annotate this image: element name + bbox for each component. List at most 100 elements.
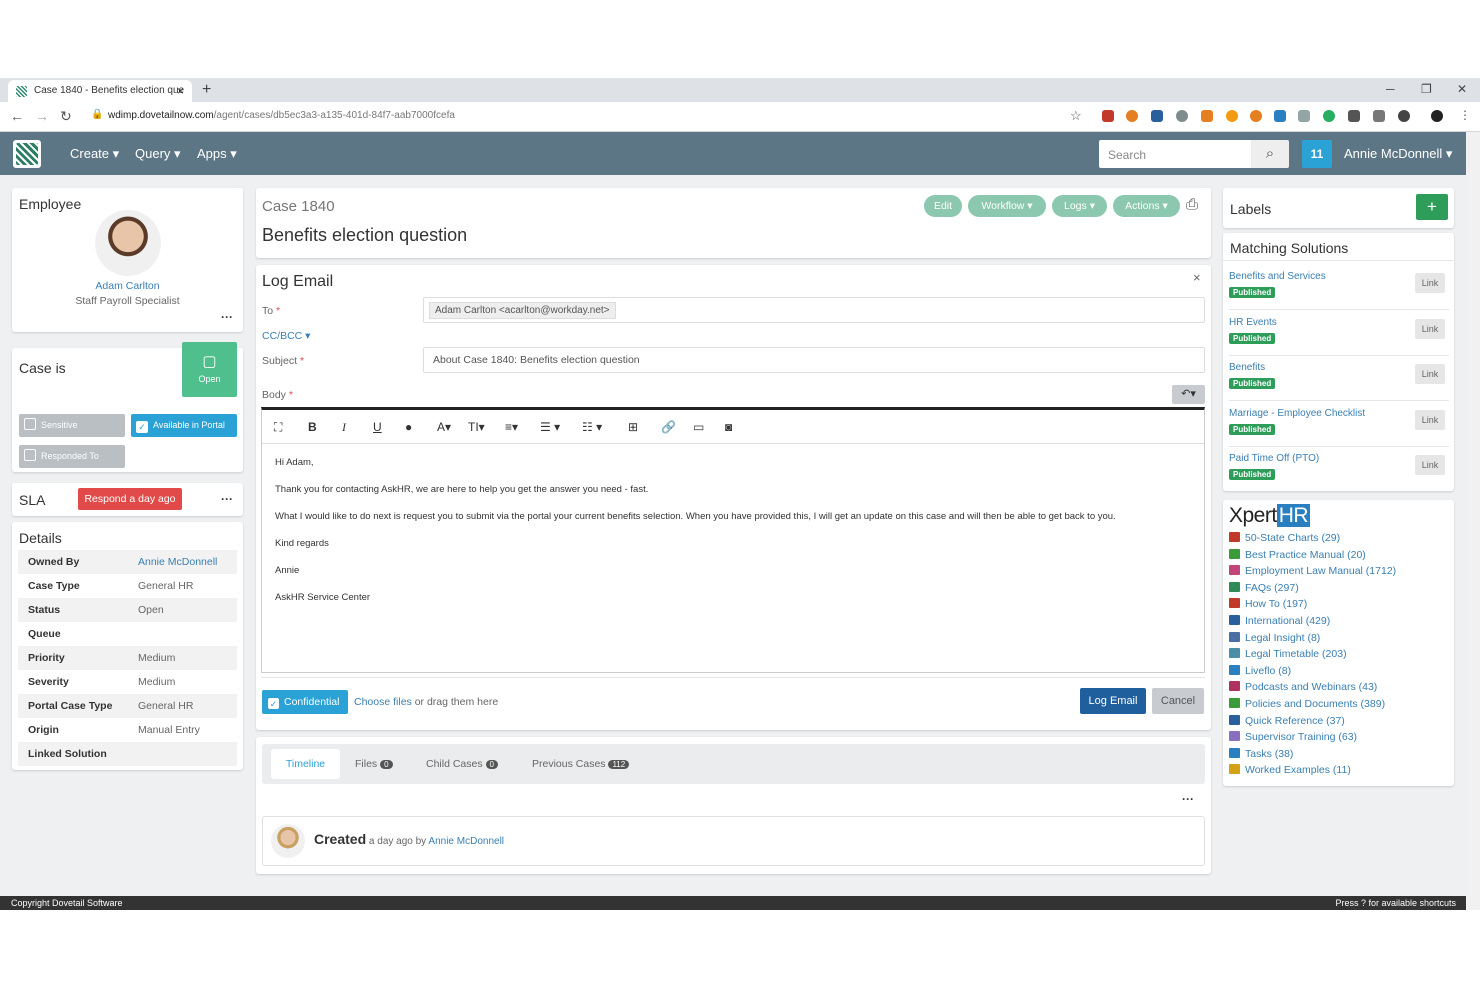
tab-child-cases[interactable]: Child Cases 0 bbox=[426, 758, 498, 770]
add-label-icon[interactable]: + bbox=[1416, 194, 1448, 220]
extension-icon[interactable] bbox=[1274, 110, 1286, 122]
xperthr-item[interactable]: Legal Insight (8) bbox=[1229, 631, 1320, 644]
responded-to-toggle[interactable]: Responded To bbox=[19, 445, 125, 468]
extension-icon[interactable] bbox=[1348, 110, 1360, 122]
align-icon[interactable]: ≡▾ bbox=[505, 420, 518, 434]
close-tab-icon[interactable]: × bbox=[177, 80, 184, 102]
author-link[interactable]: Annie McDonnell bbox=[428, 836, 504, 847]
camera-icon[interactable]: ◙ bbox=[725, 420, 732, 434]
subject-input[interactable]: About Case 1840: Benefits election quest… bbox=[423, 347, 1205, 373]
recipient-token[interactable]: Adam Carlton <acarlton@workday.net> bbox=[429, 302, 616, 319]
close-window-icon[interactable]: ✕ bbox=[1457, 78, 1467, 100]
text-color-icon[interactable]: ● bbox=[405, 420, 412, 434]
cancel-button[interactable]: Cancel bbox=[1152, 688, 1204, 714]
bold-icon[interactable]: B bbox=[308, 420, 317, 434]
xperthr-item[interactable]: Quick Reference (37) bbox=[1229, 714, 1345, 727]
log-email-button[interactable]: Log Email bbox=[1080, 688, 1146, 714]
xperthr-item[interactable]: Policies and Documents (389) bbox=[1229, 698, 1385, 710]
extension-icon[interactable] bbox=[1226, 110, 1238, 122]
extension-icon[interactable] bbox=[1398, 110, 1410, 122]
query-menu[interactable]: Query ▾ bbox=[135, 146, 181, 162]
xperthr-item[interactable]: FAQs (297) bbox=[1229, 581, 1299, 594]
xperthr-item[interactable]: Worked Examples (11) bbox=[1229, 764, 1351, 776]
table-icon[interactable]: ⊞ bbox=[628, 420, 638, 434]
extension-icon[interactable] bbox=[1373, 110, 1385, 122]
restore-icon[interactable]: ❐ bbox=[1421, 78, 1432, 100]
print-icon[interactable]: ⎙ bbox=[1186, 196, 1198, 213]
actions-button[interactable]: Actions ▾ bbox=[1113, 195, 1180, 217]
tab-files[interactable]: Files 0 bbox=[355, 758, 393, 770]
browser-tab[interactable]: Case 1840 - Benefits election que × bbox=[8, 80, 192, 102]
underline-icon[interactable]: U bbox=[373, 420, 382, 434]
logs-button[interactable]: Logs ▾ bbox=[1052, 195, 1107, 217]
workflow-button[interactable]: Workflow ▾ bbox=[968, 195, 1046, 217]
reply-icon[interactable]: ↶▾ bbox=[1172, 385, 1205, 404]
extension-icon[interactable] bbox=[1176, 110, 1188, 122]
open-state-tile[interactable]: ▢ Open bbox=[182, 342, 237, 397]
unordered-list-icon[interactable]: ☷ ▾ bbox=[582, 420, 602, 434]
body-text[interactable]: Hi Adam, Thank you for contacting AskHR,… bbox=[275, 457, 1195, 619]
xperthr-item[interactable]: Podcasts and Webinars (43) bbox=[1229, 681, 1377, 693]
notification-count-badge[interactable]: 11 bbox=[1302, 140, 1332, 168]
search-input[interactable]: Search bbox=[1099, 140, 1251, 168]
sensitive-toggle[interactable]: Sensitive bbox=[19, 414, 125, 437]
choose-files-link[interactable]: Choose files bbox=[354, 696, 412, 708]
extension-icon[interactable] bbox=[1298, 110, 1310, 122]
xperthr-item[interactable]: Supervisor Training (63) bbox=[1229, 731, 1357, 743]
file-dropzone[interactable]: Choose files or drag them here bbox=[354, 696, 498, 708]
search-icon[interactable]: ⌕ bbox=[1251, 140, 1289, 168]
xperthr-item[interactable]: Liveflo (8) bbox=[1229, 664, 1291, 677]
more-options-icon[interactable]: ··· bbox=[221, 492, 233, 506]
xperthr-item[interactable]: Tasks (38) bbox=[1229, 747, 1293, 760]
xperthr-item[interactable]: Legal Timetable (203) bbox=[1229, 648, 1347, 660]
font-size-icon[interactable]: TI▾ bbox=[468, 420, 485, 434]
image-icon[interactable]: ▭ bbox=[693, 420, 704, 434]
detail-value[interactable]: Annie McDonnell bbox=[128, 550, 237, 574]
xperthr-item[interactable]: How To (197) bbox=[1229, 598, 1307, 610]
extension-icon[interactable] bbox=[1250, 110, 1262, 122]
link-icon[interactable]: 🔗 bbox=[661, 420, 676, 434]
xperthr-item[interactable]: International (429) bbox=[1229, 615, 1330, 627]
url-field[interactable]: wdimp.dovetailnow.com/agent/cases/db5ec3… bbox=[108, 108, 455, 124]
edit-button[interactable]: Edit bbox=[924, 195, 962, 217]
new-tab-icon[interactable]: + bbox=[202, 78, 211, 102]
extension-icon[interactable] bbox=[1201, 110, 1213, 122]
link-solution-button[interactable]: Link bbox=[1415, 455, 1445, 475]
profile-avatar-icon[interactable] bbox=[1431, 110, 1443, 122]
bookmark-star-icon[interactable]: ☆ bbox=[1070, 108, 1082, 124]
extension-icon[interactable] bbox=[1102, 110, 1114, 122]
browser-menu-icon[interactable]: ⋮ bbox=[1459, 108, 1471, 122]
tab-timeline[interactable]: Timeline bbox=[271, 749, 340, 779]
link-solution-button[interactable]: Link bbox=[1415, 364, 1445, 384]
font-family-icon[interactable]: A▾ bbox=[437, 420, 451, 434]
reload-icon[interactable]: ↻ bbox=[60, 108, 72, 125]
ordered-list-icon[interactable]: ☰ ▾ bbox=[540, 420, 560, 434]
extension-icon[interactable] bbox=[1323, 110, 1335, 122]
forward-icon[interactable]: → bbox=[35, 108, 49, 124]
tab-previous-cases[interactable]: Previous Cases 112 bbox=[532, 758, 630, 770]
confidential-toggle[interactable]: ✓ Confidential bbox=[262, 690, 348, 714]
page-scrollbar[interactable] bbox=[1466, 132, 1480, 910]
cc-bcc-toggle[interactable]: CC/BCC ▾ bbox=[262, 330, 310, 342]
apps-menu[interactable]: Apps ▾ bbox=[197, 146, 237, 162]
italic-icon[interactable]: I bbox=[342, 420, 346, 435]
fullscreen-icon[interactable]: ⛶ bbox=[274, 420, 282, 435]
user-menu[interactable]: Annie McDonnell ▾ bbox=[1344, 146, 1452, 162]
more-options-icon[interactable]: ··· bbox=[221, 310, 233, 324]
more-options-icon[interactable]: ··· bbox=[1182, 792, 1194, 806]
minimize-icon[interactable]: ─ bbox=[1386, 78, 1395, 100]
extension-icon[interactable] bbox=[1151, 110, 1163, 122]
dovetail-logo-icon[interactable] bbox=[13, 140, 41, 168]
link-solution-button[interactable]: Link bbox=[1415, 318, 1445, 339]
back-icon[interactable]: ← bbox=[10, 108, 24, 124]
extension-icon[interactable] bbox=[1126, 110, 1138, 122]
link-solution-button[interactable]: Link bbox=[1415, 409, 1445, 430]
employee-name-link[interactable]: Adam Carlton bbox=[12, 280, 243, 292]
link-solution-button[interactable]: Link bbox=[1415, 273, 1445, 293]
create-menu[interactable]: Create ▾ bbox=[70, 146, 119, 162]
xperthr-item[interactable]: Employment Law Manual (1712) bbox=[1229, 565, 1396, 577]
xperthr-logo[interactable]: XpertHR bbox=[1229, 504, 1311, 528]
close-icon[interactable]: × bbox=[1193, 270, 1201, 285]
body-editor[interactable]: ⛶ B I U ● A▾ TI▾ ≡▾ ☰ ▾ ☷ ▾ ⊞ 🔗 ▭ ◙ Hi A… bbox=[261, 407, 1205, 673]
xperthr-item[interactable]: 50-State Charts (29) bbox=[1229, 532, 1340, 544]
